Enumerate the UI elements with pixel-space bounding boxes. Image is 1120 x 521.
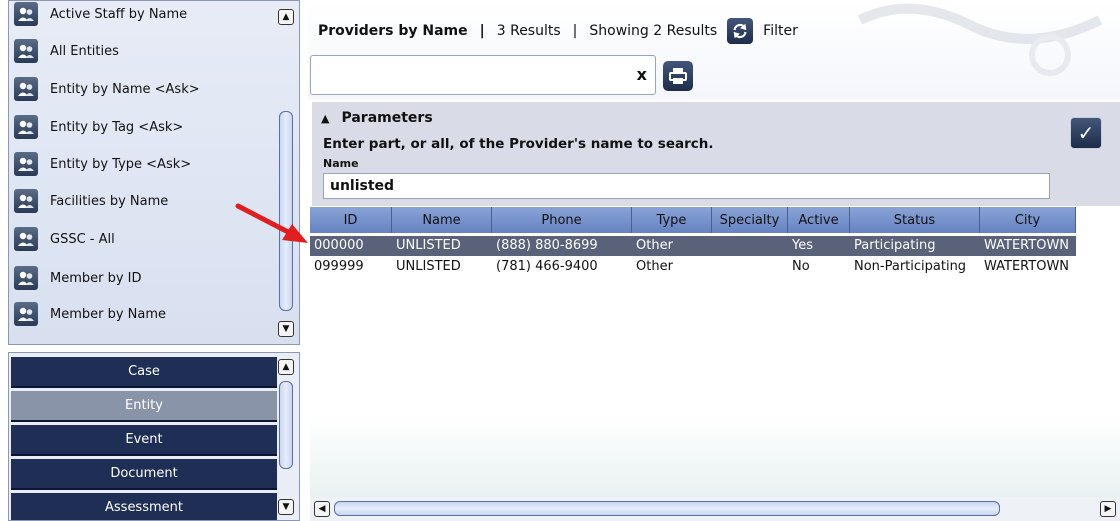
table-cell: Yes: [792, 238, 813, 253]
column-header[interactable]: Name: [392, 207, 492, 233]
table-cell: (781) 466-9400: [496, 259, 598, 274]
query-item-label: Facilities by Name: [50, 193, 169, 209]
query-item[interactable]: All Entities: [9, 34, 277, 68]
table-cell: [712, 236, 788, 256]
scroll-right-button[interactable]: ▶: [1100, 501, 1116, 517]
table-cell: 099999: [314, 259, 364, 274]
query-item[interactable]: Member by ID: [9, 261, 277, 295]
column-header[interactable]: City: [980, 207, 1076, 233]
person-group-icon: [14, 302, 38, 326]
person-group-icon: [14, 266, 38, 290]
scroll-thumb[interactable]: [334, 501, 1000, 516]
query-item[interactable]: Facilities by Name: [9, 184, 277, 218]
separator: |: [479, 23, 485, 39]
name-field-label: Name: [323, 157, 359, 170]
table-cell: No: [792, 259, 810, 274]
scroll-up-button[interactable]: ▲: [278, 9, 294, 25]
query-item[interactable]: Entity by Tag <Ask>: [9, 110, 277, 144]
apply-button[interactable]: ✓: [1070, 117, 1102, 149]
parameters-panel: ▲ Parameters Enter part, or all, of the …: [312, 102, 1120, 206]
table-cell: WATERTOWN: [984, 238, 1070, 253]
table-cell: Non-Participating: [854, 259, 967, 274]
separator: |: [572, 23, 578, 39]
chevron-up-icon: ▲: [321, 111, 330, 125]
person-group-icon: [14, 39, 38, 63]
scroll-up-button[interactable]: ▲: [278, 359, 294, 375]
scroll-down-button[interactable]: ▼: [278, 321, 294, 337]
showing-count: Showing 2 Results: [589, 23, 718, 39]
column-header[interactable]: Status: [850, 207, 980, 233]
query-item[interactable]: Entity by Name <Ask>: [9, 72, 277, 106]
person-group-icon: [14, 115, 38, 139]
table-row[interactable]: 099999 UNLISTED (781) 466-9400 Other No Non-P…: [310, 257, 1076, 277]
query-item[interactable]: Active Staff by Name: [9, 0, 277, 31]
query-item-label: Entity by Tag <Ask>: [50, 119, 184, 135]
results-grid: ID Name Phone Type Specialty Active Status City…: [310, 207, 1120, 521]
query-item-label: Active Staff by Name: [50, 6, 188, 22]
table-cell: Other: [636, 238, 673, 253]
category-scrollbar[interactable]: ▲ ▼: [275, 353, 297, 520]
column-header[interactable]: Active: [788, 207, 850, 233]
query-item-label: Member by ID: [50, 270, 142, 286]
filter-button[interactable]: Filter: [763, 23, 798, 39]
refresh-button[interactable]: [727, 18, 754, 44]
print-button[interactable]: [663, 61, 693, 91]
query-item[interactable]: Member by Name: [9, 297, 277, 331]
query-list-panel: Active Staff by Name All Entities Entity b…: [8, 0, 300, 345]
grid-header: ID Name Phone Type Specialty Active Status City: [310, 207, 1076, 233]
table-cell: WATERTOWN: [984, 259, 1070, 274]
person-group-icon: [14, 77, 38, 101]
column-header[interactable]: Specialty: [712, 207, 788, 233]
parameters-label: Parameters: [341, 110, 433, 126]
column-header[interactable]: Type: [632, 207, 712, 233]
grid-horizontal-scrollbar[interactable]: ◀ ▶: [310, 497, 1120, 521]
parameters-toggle[interactable]: ▲ Parameters: [321, 110, 433, 126]
table-cell: 000000: [314, 238, 364, 253]
results-count: 3 Results: [496, 23, 561, 39]
printer-icon: [669, 68, 687, 84]
query-item-label: Entity by Name <Ask>: [50, 81, 200, 97]
refresh-icon: [733, 23, 747, 39]
category-case-button[interactable]: Case: [11, 357, 277, 388]
table-cell: Other: [636, 259, 673, 274]
person-group-icon: [14, 227, 38, 251]
parameters-description: Enter part, or all, of the Provider's na…: [323, 136, 714, 152]
category-panel: Case Entity Event Document Assessment ▲ ▼: [8, 352, 300, 521]
scroll-thumb[interactable]: [279, 381, 293, 469]
table-cell: UNLISTED: [396, 238, 461, 253]
query-list-scrollbar[interactable]: ▲ ▼: [275, 3, 297, 342]
query-item[interactable]: Entity by Type <Ask>: [9, 147, 277, 181]
query-item-label: All Entities: [50, 43, 119, 59]
category-entity-button[interactable]: Entity: [11, 391, 277, 422]
person-group-icon: [14, 152, 38, 176]
clear-search-button[interactable]: x: [637, 65, 647, 84]
page-title: Providers by Name: [318, 23, 468, 39]
grid-body: ID Name Phone Type Specialty Active Status City…: [310, 207, 1120, 497]
query-item-label: Entity by Type <Ask>: [50, 156, 192, 172]
person-group-icon: [14, 189, 38, 213]
column-header[interactable]: Phone: [492, 207, 632, 233]
table-row[interactable]: 000000 UNLISTED (888) 880-8699 Other Yes Part…: [310, 236, 1076, 256]
results-header: Providers by Name | 3 Results | Showing …: [318, 18, 798, 44]
query-item[interactable]: GSSC - All: [9, 222, 277, 256]
table-cell: UNLISTED: [396, 259, 461, 274]
query-item-label: GSSC - All: [50, 231, 115, 247]
column-header[interactable]: ID: [310, 207, 392, 233]
category-event-button[interactable]: Event: [11, 425, 277, 456]
scroll-left-button[interactable]: ◀: [314, 501, 330, 517]
name-field[interactable]: unlisted: [323, 173, 1050, 199]
search-input[interactable]: x: [310, 55, 656, 95]
scroll-thumb[interactable]: [279, 111, 293, 311]
table-cell: (888) 880-8699: [496, 238, 598, 253]
table-cell: Participating: [854, 238, 936, 253]
scroll-down-button[interactable]: ▼: [278, 499, 294, 515]
query-item-label: Member by Name: [50, 306, 167, 322]
category-document-button[interactable]: Document: [11, 459, 277, 490]
table-cell: [712, 257, 788, 277]
person-group-icon: [14, 2, 38, 26]
decorative-swirl: [857, 3, 1103, 76]
category-assessment-button[interactable]: Assessment: [11, 493, 277, 520]
checkmark-icon: ✓: [1077, 121, 1095, 145]
